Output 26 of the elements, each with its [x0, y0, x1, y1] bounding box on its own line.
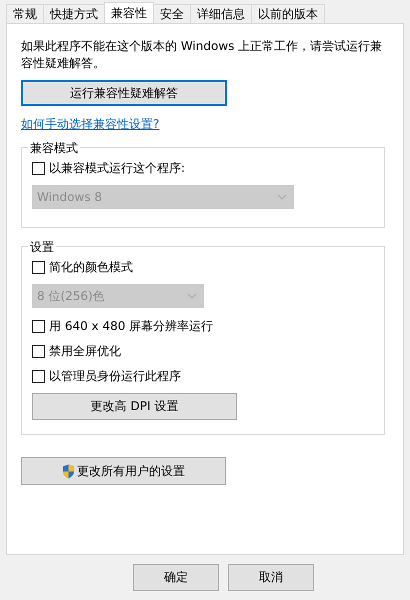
checkbox-label: 禁用全屏优化: [49, 343, 121, 360]
checkbox[interactable]: [32, 261, 45, 274]
tab[interactable]: 兼容性: [104, 2, 154, 23]
tab[interactable]: 以前的版本: [251, 4, 325, 23]
troubleshoot-button[interactable]: 运行兼容性疑难解答: [21, 80, 227, 106]
checkbox[interactable]: [32, 320, 45, 333]
checkbox-label: 简化的颜色模式: [49, 259, 133, 276]
checkbox-label: 以兼容模式运行这个程序:: [49, 160, 186, 177]
dialog-button[interactable]: 取消: [228, 564, 314, 591]
tab[interactable]: 快捷方式: [43, 4, 105, 23]
tab[interactable]: 详细信息: [190, 4, 252, 23]
checkbox-label: 用 640 x 480 屏幕分辨率运行: [49, 318, 214, 335]
checkbox-label: 以管理员身份运行此程序: [49, 368, 181, 385]
tab[interactable]: 安全: [153, 4, 191, 23]
intro-text: 如果此程序不能在这个版本的 Windows 上正常工作，请尝试运行兼容性疑难解答。: [21, 38, 384, 72]
checkbox[interactable]: [32, 162, 45, 175]
change-all-users-button[interactable]: 更改所有用户的设置: [21, 457, 226, 485]
checkbox[interactable]: [32, 345, 45, 358]
chevron-icon: [187, 293, 197, 299]
dpi-settings-button[interactable]: 更改高 DPI 设置: [32, 393, 237, 420]
dialog-button[interactable]: 确定: [133, 564, 219, 591]
shield-icon: [62, 464, 75, 478]
help-link[interactable]: 如何手动选择兼容性设置?: [21, 116, 160, 133]
tab[interactable]: 常规: [6, 4, 44, 23]
checkbox[interactable]: [32, 370, 45, 383]
chevron-icon: [277, 194, 287, 200]
